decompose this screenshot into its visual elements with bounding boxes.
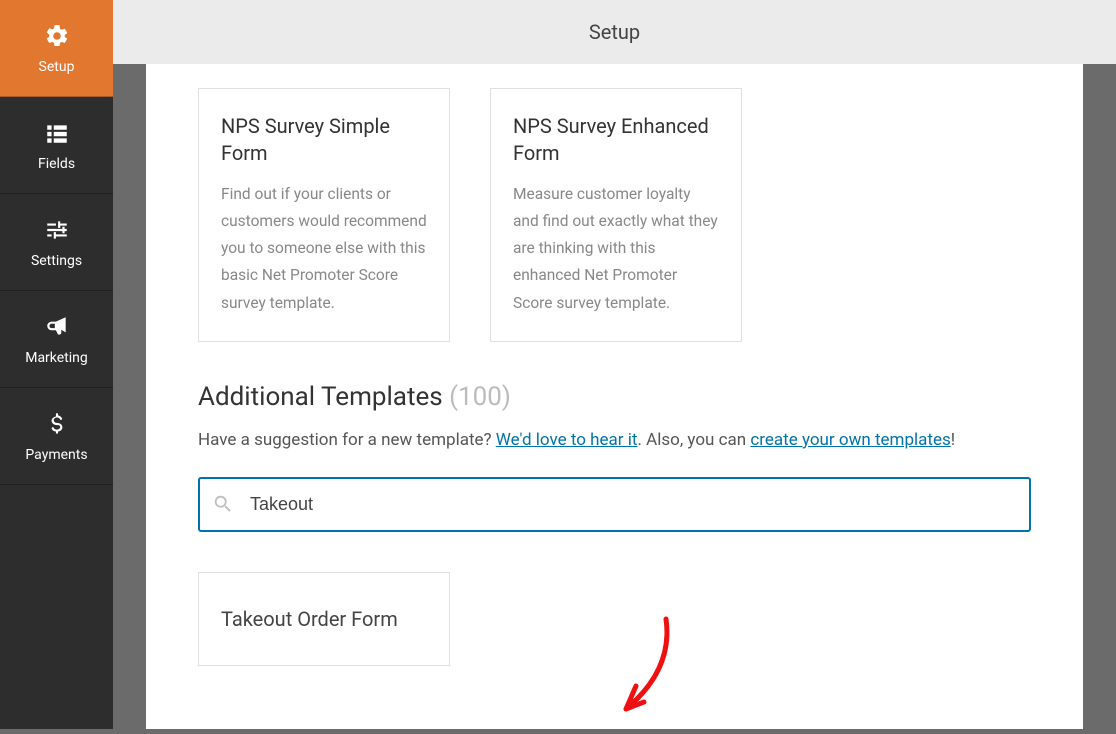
annotation-arrow-icon <box>606 614 706 734</box>
search-input[interactable] <box>198 477 1031 532</box>
sidebar-item-setup[interactable]: Setup <box>0 0 113 97</box>
template-count: (100) <box>449 382 511 412</box>
sliders-icon <box>42 215 72 245</box>
template-card-takeout-order[interactable]: Takeout Order Form <box>198 572 450 666</box>
sidebar-item-label: Payments <box>25 447 87 463</box>
content: NPS Survey Simple Form Find out if your … <box>146 64 1083 729</box>
dollar-icon <box>42 409 72 439</box>
search-icon <box>212 493 234 515</box>
template-card-title: Takeout Order Form <box>221 607 427 631</box>
template-card-title: NPS Survey Simple Form <box>221 113 427 167</box>
sidebar-item-label: Setup <box>39 59 75 75</box>
template-card-nps-enhanced[interactable]: NPS Survey Enhanced Form Measure custome… <box>490 88 742 342</box>
gear-icon <box>42 21 72 51</box>
bullhorn-icon <box>42 312 72 342</box>
topbar: Setup <box>113 0 1116 64</box>
page-title: Setup <box>589 20 640 44</box>
sidebar-item-fields[interactable]: Fields <box>0 97 113 194</box>
template-cards: NPS Survey Simple Form Find out if your … <box>198 88 1031 342</box>
additional-templates-heading: Additional Templates (100) <box>198 382 1031 412</box>
main: Setup NPS Survey Simple Form Find out if… <box>113 0 1116 729</box>
suggestion-link-feedback[interactable]: We'd love to hear it <box>496 430 638 450</box>
template-card-nps-simple[interactable]: NPS Survey Simple Form Find out if your … <box>198 88 450 342</box>
sidebar-item-label: Marketing <box>25 350 88 366</box>
sidebar: Setup Fields Settings Marketing Payments <box>0 0 113 729</box>
template-card-title: NPS Survey Enhanced Form <box>513 113 719 167</box>
content-outer: NPS Survey Simple Form Find out if your … <box>113 64 1116 729</box>
template-card-desc: Find out if your clients or customers wo… <box>221 181 427 317</box>
sidebar-item-payments[interactable]: Payments <box>0 388 113 485</box>
sidebar-item-marketing[interactable]: Marketing <box>0 291 113 388</box>
heading-text: Additional Templates <box>198 382 443 412</box>
sidebar-item-label: Fields <box>38 156 75 172</box>
suggestion-link-create[interactable]: create your own templates <box>750 430 950 450</box>
list-icon <box>42 118 72 148</box>
sidebar-item-settings[interactable]: Settings <box>0 194 113 291</box>
template-search <box>198 477 1031 532</box>
template-card-desc: Measure customer loyalty and find out ex… <box>513 181 719 317</box>
suggestion-text: Have a suggestion for a new template? We… <box>198 426 1031 455</box>
sidebar-item-label: Settings <box>31 253 82 269</box>
